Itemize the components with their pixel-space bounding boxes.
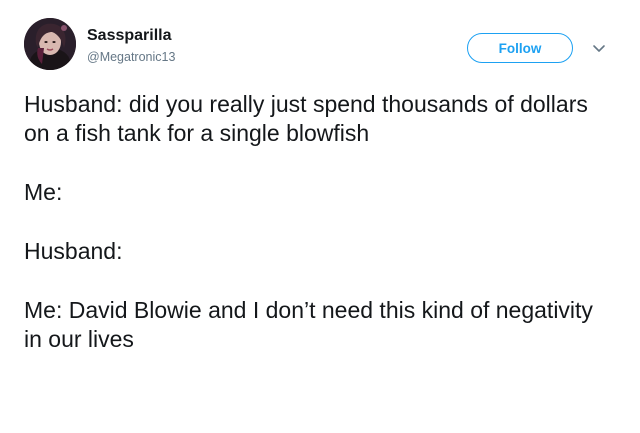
tweet-paragraph: Husband: did you really just spend thous… [24,91,588,146]
follow-button[interactable]: Follow [467,33,573,63]
author-display-name[interactable]: Sassparilla [87,27,172,45]
avatar[interactable] [24,18,76,70]
tweet-card: Sassparilla @Megatronic13 Follow Husband… [0,0,640,433]
tweet-paragraph: Husband: [24,238,123,264]
avatar-image [24,18,76,70]
author-handle[interactable]: @Megatronic13 [87,50,175,64]
tweet-paragraph: Me: [24,179,63,205]
tweet-text: Husband: did you really just spend thous… [24,90,614,354]
tweet-paragraph: Me: David Blowie and I don’t need this k… [24,297,593,352]
chevron-down-icon[interactable] [590,39,608,57]
